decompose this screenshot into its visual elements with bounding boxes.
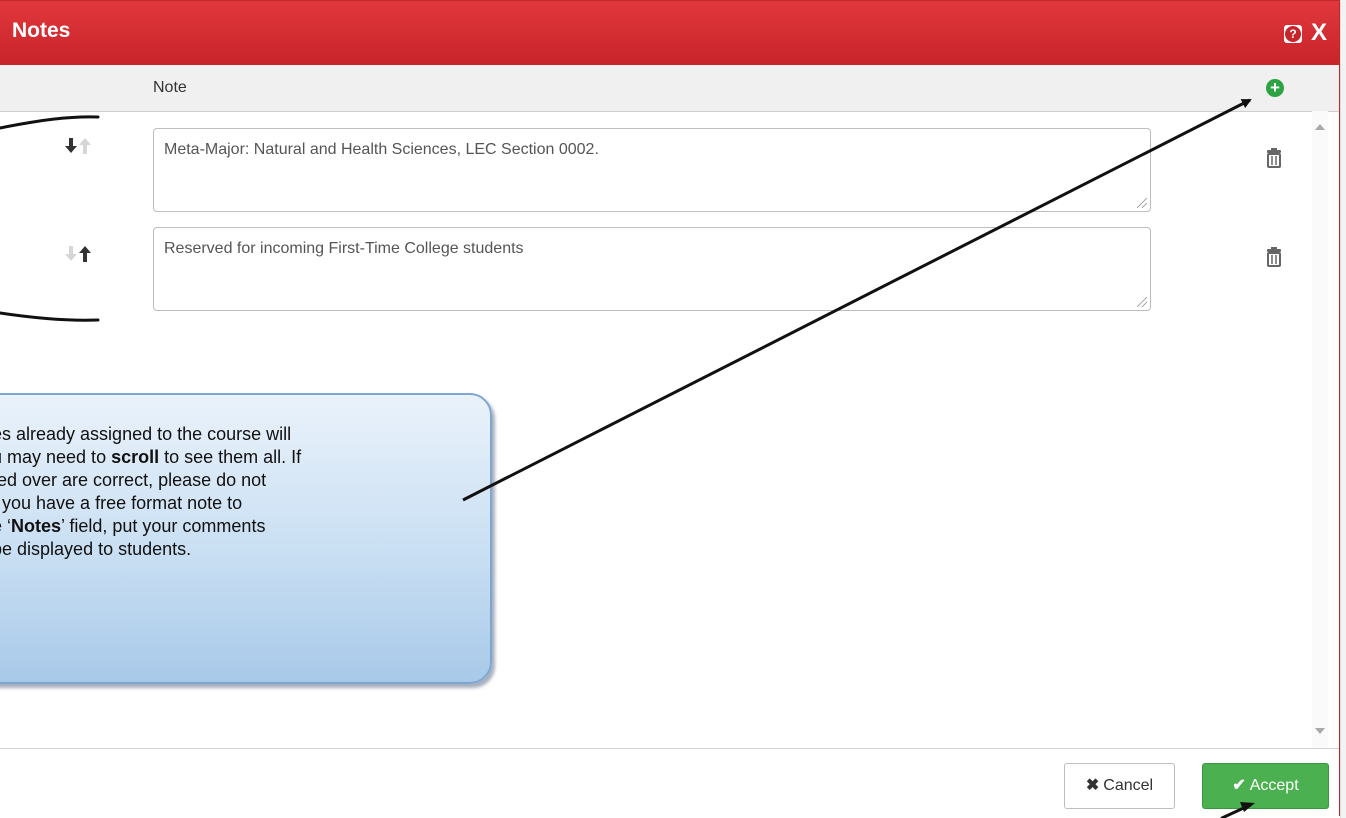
check-icon: ✔ bbox=[1232, 777, 1246, 794]
scroll-up-icon[interactable] bbox=[1315, 124, 1325, 130]
dialog-titlebar: Notes ? X bbox=[0, 1, 1339, 65]
dialog-title: Notes bbox=[12, 19, 71, 42]
callout-line-3: fed over are correct, please do not bbox=[0, 470, 267, 490]
cancel-button[interactable]: ✖ Cancel bbox=[1064, 763, 1175, 809]
scroll-down-icon[interactable] bbox=[1315, 728, 1325, 734]
arrow-down-icon[interactable] bbox=[65, 138, 77, 154]
cancel-label: Cancel bbox=[1103, 777, 1154, 794]
accept-button[interactable]: ✔ Accept bbox=[1202, 763, 1329, 809]
x-icon: ✖ bbox=[1085, 777, 1100, 794]
callout-line-2: u may need to scroll to see them all. If bbox=[0, 447, 302, 467]
note-textarea-2[interactable]: Reserved for incoming First-Time College… bbox=[153, 227, 1151, 311]
note-text-1: Meta-Major: Natural and Health Sciences,… bbox=[164, 141, 599, 158]
callout-line-6: be displayed to students. bbox=[0, 539, 192, 559]
plus-circle-icon[interactable]: + bbox=[1266, 79, 1284, 97]
trash-icon[interactable] bbox=[1265, 148, 1283, 168]
arrow-up-icon[interactable] bbox=[79, 246, 91, 262]
arrow-up-icon[interactable] bbox=[79, 138, 91, 154]
trash-icon[interactable] bbox=[1265, 247, 1283, 267]
background-page bbox=[1340, 0, 1346, 818]
arrow-down-icon[interactable] bbox=[65, 246, 77, 262]
column-header-row: Note bbox=[0, 65, 1339, 112]
note-text-2: Reserved for incoming First-Time College… bbox=[164, 240, 524, 257]
resize-grip-icon[interactable] bbox=[1137, 297, 1147, 307]
callout-line-1: es already assigned to the course will bbox=[0, 424, 292, 444]
callout-text: es already assigned to the course will u … bbox=[0, 423, 512, 561]
column-header-note: Note bbox=[153, 79, 187, 96]
dialog-scrollbar[interactable] bbox=[1312, 111, 1328, 748]
close-icon[interactable]: X bbox=[1311, 21, 1327, 45]
note-textarea-1[interactable]: Meta-Major: Natural and Health Sciences,… bbox=[153, 128, 1151, 212]
accept-label: Accept bbox=[1249, 777, 1299, 794]
resize-grip-icon[interactable] bbox=[1137, 198, 1147, 208]
callout-line-5: e ‘Notes’ field, put your comments bbox=[0, 516, 266, 536]
help-glyph: ? bbox=[1285, 26, 1301, 42]
callout-line-4: f you have a free format note to bbox=[0, 493, 243, 513]
help-icon[interactable]: ? bbox=[1284, 25, 1302, 43]
